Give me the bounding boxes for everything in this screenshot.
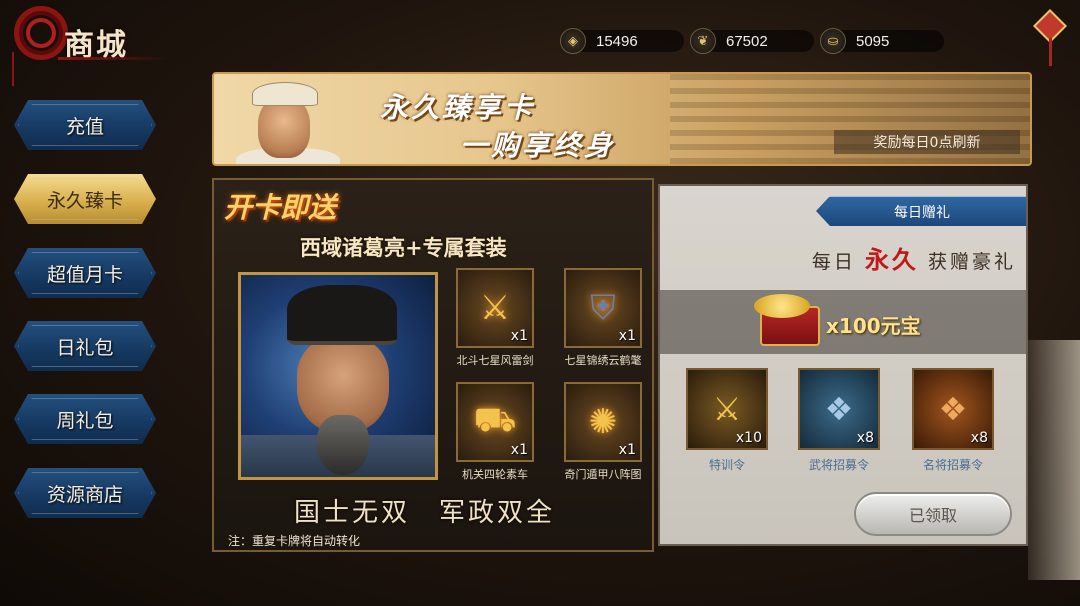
bonus-item[interactable]: ⚔ x1 北斗七星风雷剑 <box>456 268 534 368</box>
daily-gift-tab: 每日赠礼 <box>816 196 1026 226</box>
scroll-map-icon: ✺ x1 <box>564 382 642 462</box>
sidebar-item-resource-shop[interactable]: 资源商店 <box>14 468 156 518</box>
reward-item[interactable]: ❖ x8 名将招募令 <box>912 368 994 473</box>
currency-value: 5095 <box>856 32 890 50</box>
sidebar-item-label: 日礼包 <box>56 336 114 359</box>
sword-icon: ⚔ x1 <box>456 268 534 348</box>
item-name: 七星锦绣云鹤氅 <box>564 354 642 367</box>
item-quantity: x1 <box>510 442 528 458</box>
claimed-button[interactable]: 已领取 <box>854 492 1012 536</box>
headline-prefix: 每日 <box>811 251 856 273</box>
reward-quantity: x8 <box>970 430 988 446</box>
reward-item[interactable]: ⚔ x10 特训令 <box>686 368 768 473</box>
currency-grain: ❦ 67502 <box>690 28 814 54</box>
permanent-card-banner: 永久臻享卡 一购享终身 奖励每日0点刷新 <box>212 72 1032 166</box>
shop-title-area: 商城 <box>6 2 168 86</box>
sidebar-item-label: 周礼包 <box>56 409 114 432</box>
scroll-decoration <box>1028 340 1080 580</box>
reward-name: 特训令 <box>708 458 745 472</box>
card-bonus-panel: 开卡即送 西域诸葛亮+专属套装 ⚔ x1 北斗七星风雷剑 ⛨ x1 七星锦绣云鹤… <box>212 178 654 552</box>
reward-item[interactable]: ❖ x8 武将招募令 <box>798 368 880 473</box>
training-token-icon: ⚔ x10 <box>686 368 768 450</box>
banner-title-line2: 一购享终身 <box>460 129 616 162</box>
bonus-item[interactable]: ⛨ x1 七星锦绣云鹤氅 <box>564 268 642 368</box>
bonus-item[interactable]: ⛟ x1 机关四轮素车 <box>456 382 534 482</box>
jade-coin-icon: ◈ <box>560 28 586 54</box>
hero-card-zhuge-liang[interactable] <box>238 272 438 480</box>
bonus-item[interactable]: ✺ x1 奇门遁甲八阵图 <box>564 382 642 482</box>
daily-gift-headline: 每日 永久 获赠豪礼 <box>812 240 1016 275</box>
sidebar-item-daily-pack[interactable]: 日礼包 <box>14 321 156 371</box>
item-quantity: x1 <box>618 442 636 458</box>
sidebar-item-label: 充值 <box>65 115 104 138</box>
reward-quantity: x8 <box>856 430 874 446</box>
item-name: 奇门遁甲八阵图 <box>564 468 642 481</box>
lucky-charm-icon[interactable] <box>1030 4 1070 66</box>
tassel-decoration <box>12 52 14 86</box>
advisor-portrait <box>228 78 348 164</box>
reward-quantity: x10 <box>735 430 762 446</box>
robe-icon: ⛨ x1 <box>564 268 642 348</box>
headline-suffix: 获赠豪礼 <box>927 251 1016 273</box>
bonus-title: 开卡即送 <box>224 191 337 224</box>
currency-value: 15496 <box>596 32 638 50</box>
sidebar-item-permanent-card[interactable]: 永久臻卡 <box>14 174 156 224</box>
title-underline <box>58 57 168 60</box>
grain-icon: ❦ <box>690 28 716 54</box>
sidebar-item-label: 资源商店 <box>46 483 123 506</box>
headline-highlight: 永久 <box>864 245 919 274</box>
cart-icon: ⛟ x1 <box>456 382 534 462</box>
sidebar-item-monthly-card[interactable]: 超值月卡 <box>14 248 156 298</box>
sidebar-item-weekly-pack[interactable]: 周礼包 <box>14 394 156 444</box>
daily-gift-panel: 每日赠礼 每日 永久 获赠豪礼 x100元宝 ⚔ x10 特训令 ❖ x8 武将… <box>658 184 1028 546</box>
currency-value: 67502 <box>726 32 768 50</box>
currency-jade: ◈ 15496 <box>560 28 684 54</box>
item-name: 北斗七星风雷剑 <box>456 354 534 367</box>
hero-slogan: 国士无双 军政双全 <box>294 498 556 528</box>
gold-ingot-icon: ⛀ <box>820 28 846 54</box>
item-quantity: x1 <box>510 328 528 344</box>
treasure-amount: x100元宝 <box>826 314 921 338</box>
currency-gold: ⛀ 5095 <box>820 28 944 54</box>
refresh-note: 奖励每日0点刷新 <box>834 130 1020 154</box>
general-recruit-token-icon: ❖ x8 <box>798 368 880 450</box>
duplicate-card-note: 注：重复卡牌将自动转化 <box>228 534 361 548</box>
item-quantity: x1 <box>618 328 636 344</box>
sidebar-item-recharge[interactable]: 充值 <box>14 100 156 150</box>
reward-name: 武将招募令 <box>808 458 869 472</box>
reward-name: 名将招募令 <box>922 458 983 472</box>
treasure-chest-icon <box>750 284 824 354</box>
banner-title-line1: 永久臻享卡 <box>380 91 536 124</box>
sidebar-item-label: 永久臻卡 <box>46 189 123 212</box>
famous-general-recruit-token-icon: ❖ x8 <box>912 368 994 450</box>
bonus-subtitle: 西域诸葛亮+专属套装 <box>300 235 507 260</box>
sidebar-item-label: 超值月卡 <box>46 263 123 286</box>
item-name: 机关四轮素车 <box>462 468 528 481</box>
chinese-knot-inner <box>26 18 56 48</box>
